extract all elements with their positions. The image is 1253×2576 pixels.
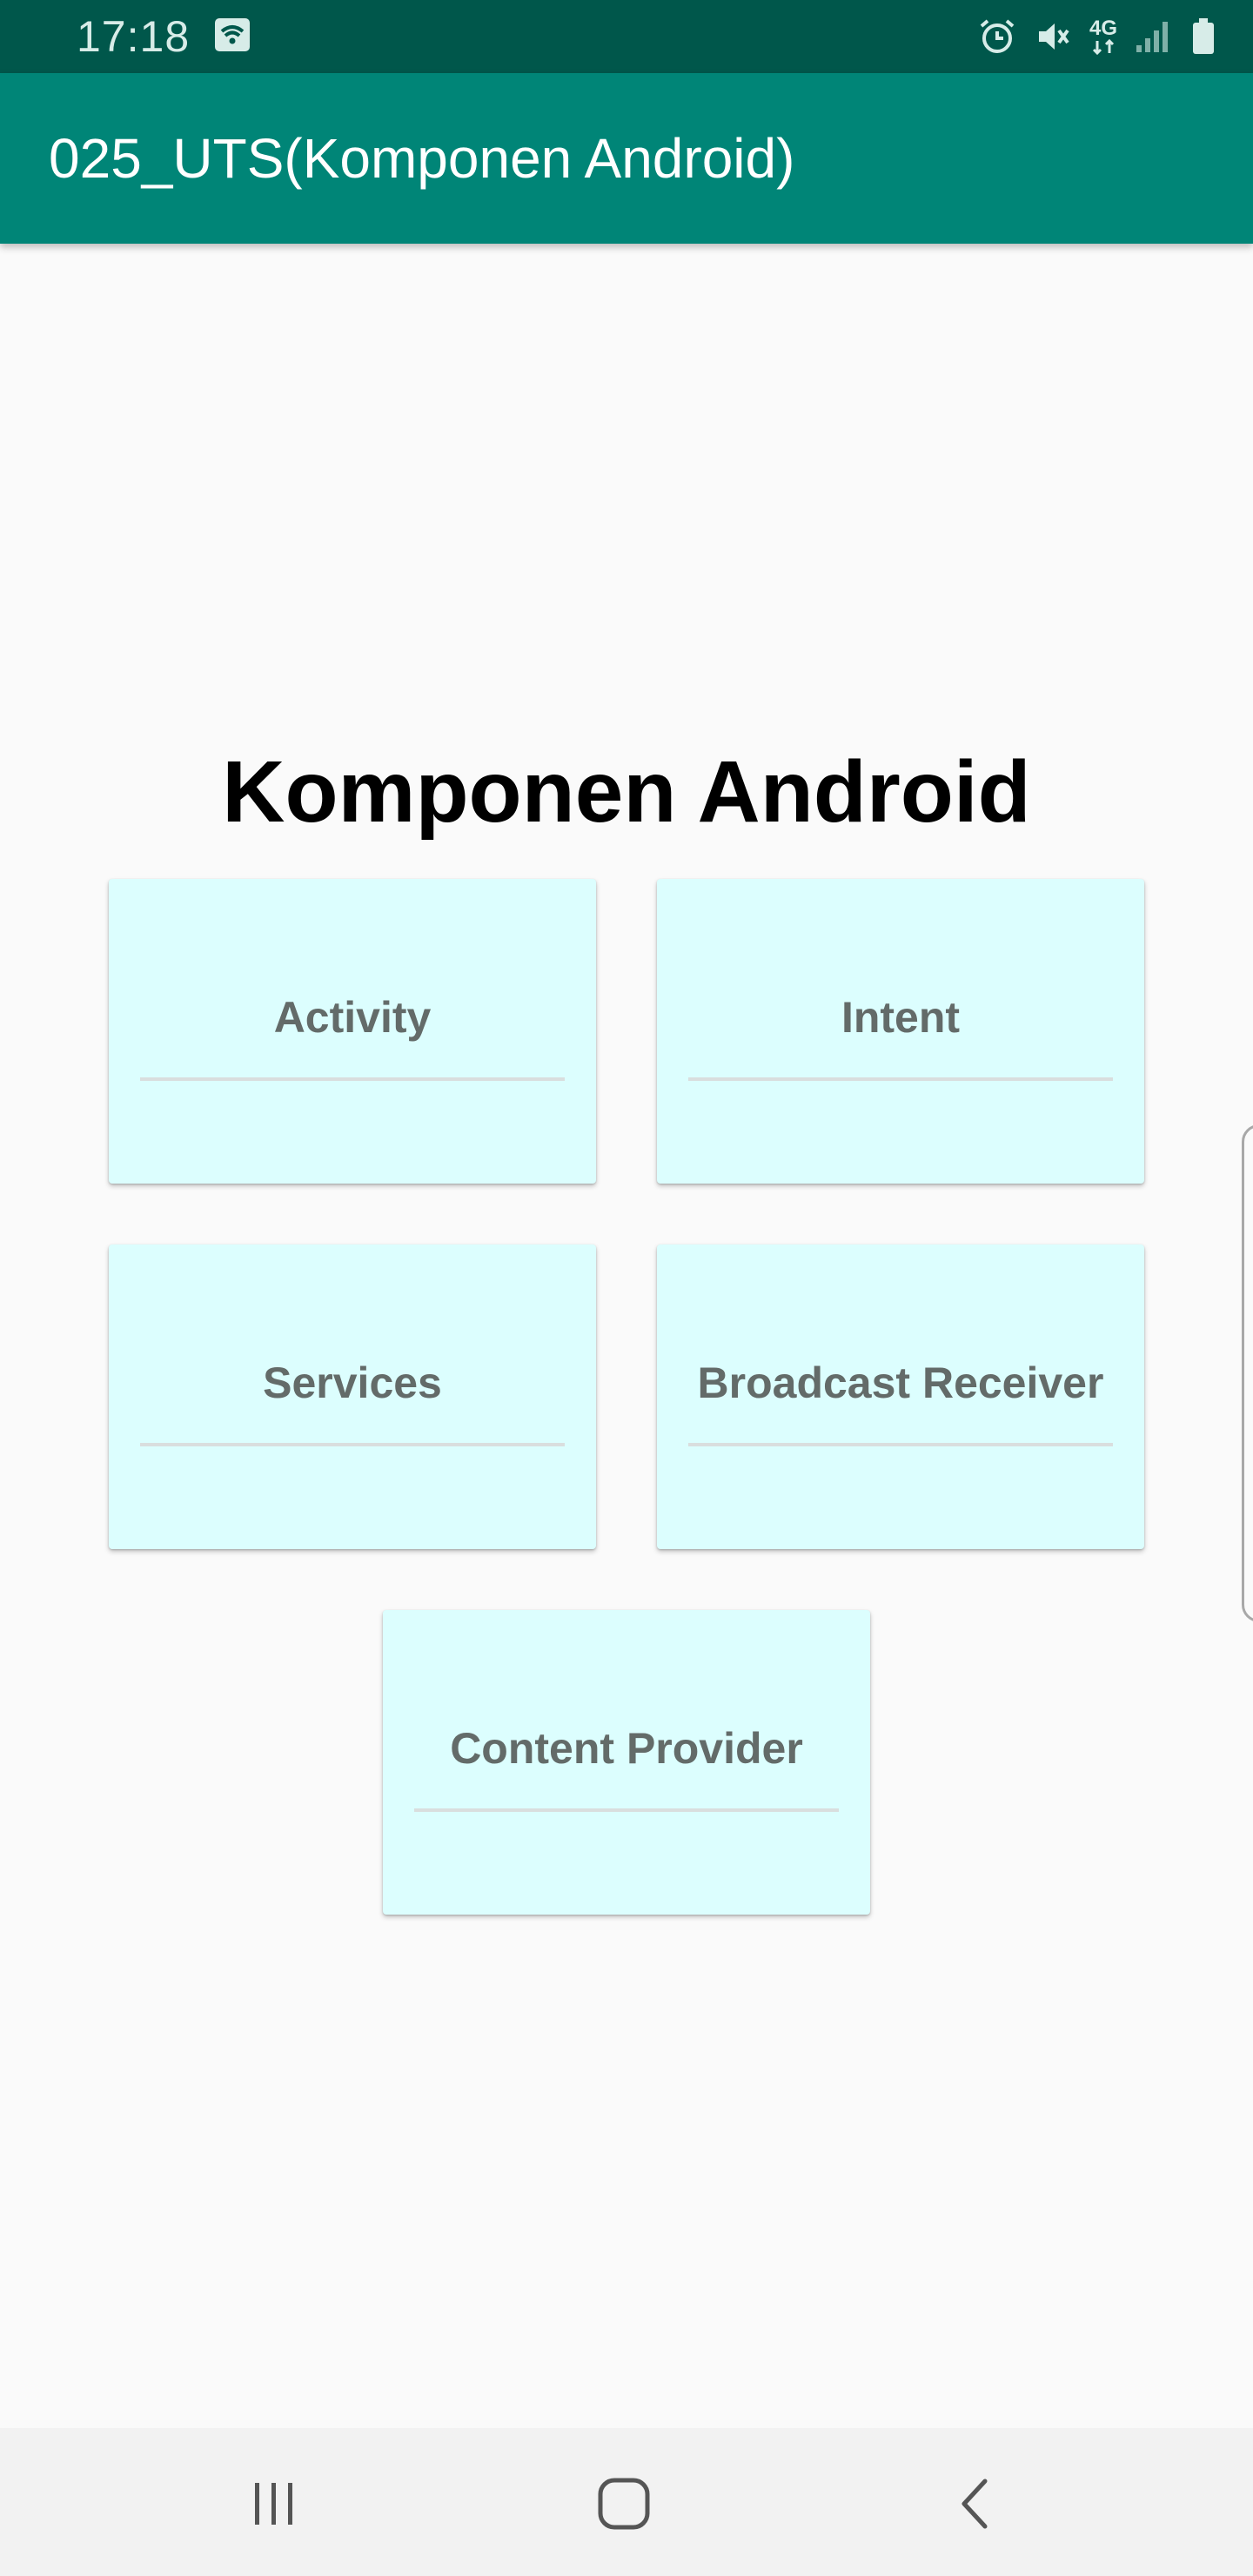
app-bar: 025_UTS(Komponen Android) xyxy=(0,73,1253,244)
card-divider xyxy=(414,1808,839,1812)
battery-icon xyxy=(1190,17,1216,56)
status-right: 4G xyxy=(978,17,1216,56)
activity-card[interactable]: Activity xyxy=(109,879,596,1184)
card-label-intent: Intent xyxy=(841,993,961,1042)
status-bar: 17:18 4G xyxy=(0,0,1253,73)
services-card[interactable]: Services xyxy=(109,1244,596,1549)
mute-icon xyxy=(1034,17,1072,56)
card-divider xyxy=(140,1443,565,1446)
signal-icon xyxy=(1135,19,1173,54)
card-divider xyxy=(688,1077,1113,1081)
recents-icon[interactable] xyxy=(244,2473,305,2534)
card-label-content-provider: Content Provider xyxy=(450,1724,803,1773)
card-label-broadcast-receiver: Broadcast Receiver xyxy=(697,1358,1104,1407)
back-icon[interactable] xyxy=(945,2473,1006,2534)
status-left: 17:18 xyxy=(77,11,251,62)
app-title: 025_UTS(Komponen Android) xyxy=(49,127,795,190)
content-provider-card[interactable]: Content Provider xyxy=(383,1610,870,1915)
card-divider xyxy=(140,1077,565,1081)
wifi-icon xyxy=(214,17,251,57)
card-label-services: Services xyxy=(263,1358,442,1407)
navigation-bar xyxy=(0,2428,1253,2576)
status-time: 17:18 xyxy=(77,12,191,61)
page-heading: Komponen Android xyxy=(222,743,1031,841)
home-icon[interactable] xyxy=(593,2473,654,2534)
card-label-activity: Activity xyxy=(273,993,432,1042)
edge-panel-handle[interactable] xyxy=(1242,1124,1253,1622)
4g-icon: 4G xyxy=(1089,18,1117,55)
network-label: 4G xyxy=(1089,17,1117,40)
intent-card[interactable]: Intent xyxy=(657,879,1144,1184)
alarm-icon xyxy=(978,17,1016,56)
card-divider xyxy=(688,1443,1113,1446)
broadcast-receiver-card[interactable]: Broadcast Receiver xyxy=(657,1244,1144,1549)
